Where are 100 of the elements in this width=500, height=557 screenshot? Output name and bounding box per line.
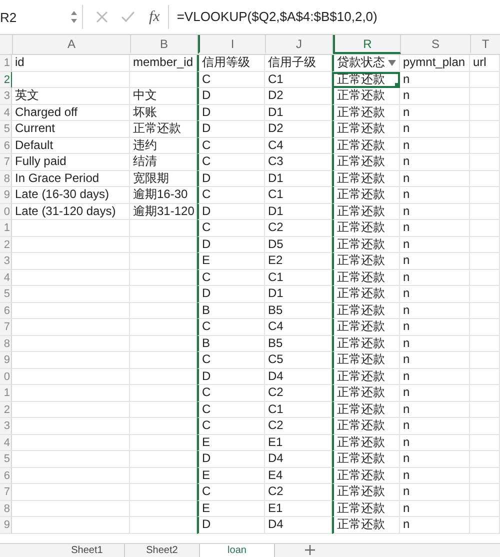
table-cell[interactable]: n <box>400 468 470 484</box>
table-cell[interactable]: n <box>400 402 470 418</box>
table-cell[interactable]: n <box>400 434 470 451</box>
table-cell[interactable]: 中文 <box>130 88 197 104</box>
table-cell[interactable]: 正常还款 <box>332 385 400 402</box>
empty-cell[interactable] <box>130 253 197 270</box>
table-cell[interactable]: E <box>197 468 265 484</box>
column-header[interactable]: I <box>198 35 266 54</box>
table-cell[interactable]: 正常还款 <box>332 104 400 121</box>
table-cell[interactable]: D1 <box>265 204 332 220</box>
table-cell[interactable]: D4 <box>265 451 332 468</box>
table-cell[interactable]: C <box>197 220 265 236</box>
table-cell[interactable]: D <box>197 170 265 187</box>
table-cell[interactable]: 正常还款 <box>332 468 400 484</box>
table-cell[interactable]: 正常还款 <box>332 170 400 187</box>
empty-cell[interactable] <box>470 302 500 319</box>
table-cell[interactable]: D <box>197 121 265 138</box>
table-cell[interactable]: 正常还款 <box>130 121 197 138</box>
row-header[interactable]: 2 <box>0 72 12 88</box>
table-cell[interactable]: 正常还款 <box>332 286 400 302</box>
table-cell[interactable]: 逾期31-120 <box>130 204 197 220</box>
table-cell[interactable]: 信用等级 <box>197 55 265 72</box>
table-cell[interactable]: n <box>400 517 470 534</box>
table-cell[interactable]: C1 <box>265 402 332 418</box>
empty-cell[interactable] <box>470 451 500 468</box>
empty-cell[interactable] <box>470 72 500 88</box>
table-cell[interactable]: E2 <box>265 253 332 270</box>
table-cell[interactable]: C4 <box>265 319 332 336</box>
table-cell[interactable]: n <box>400 121 470 138</box>
table-cell[interactable]: n <box>400 352 470 368</box>
table-cell[interactable]: 信用子级 <box>265 55 332 72</box>
table-cell[interactable]: 正常还款 <box>332 236 400 253</box>
empty-cell[interactable] <box>470 253 500 270</box>
empty-cell[interactable] <box>130 236 197 253</box>
table-cell[interactable]: B <box>197 336 265 352</box>
table-cell[interactable]: E4 <box>265 468 332 484</box>
empty-cell[interactable] <box>470 468 500 484</box>
table-cell[interactable]: n <box>400 385 470 402</box>
empty-cell[interactable] <box>470 236 500 253</box>
empty-cell[interactable] <box>470 88 500 104</box>
table-cell[interactable]: 正常还款 <box>332 434 400 451</box>
table-cell[interactable]: C <box>197 187 265 204</box>
table-cell[interactable]: 正常还款 <box>332 336 400 352</box>
column-header[interactable]: J <box>266 35 333 54</box>
empty-cell[interactable] <box>470 336 500 352</box>
table-cell[interactable]: C1 <box>265 187 332 204</box>
empty-cell[interactable] <box>130 319 197 336</box>
table-cell[interactable]: n <box>400 88 470 104</box>
table-cell[interactable]: 正常还款 <box>332 451 400 468</box>
table-cell[interactable]: D <box>197 451 265 468</box>
table-cell[interactable]: n <box>400 253 470 270</box>
table-cell[interactable]: 正常还款 <box>332 319 400 336</box>
table-cell[interactable]: 正常还款 <box>332 204 400 220</box>
table-cell[interactable]: C3 <box>265 154 332 170</box>
column-header[interactable]: R <box>333 35 401 54</box>
table-cell[interactable]: C <box>197 319 265 336</box>
empty-cell[interactable] <box>130 270 197 286</box>
sheet-tab[interactable]: Sheet1 <box>50 544 125 557</box>
table-cell[interactable]: C1 <box>265 72 332 88</box>
table-cell[interactable]: Charged off <box>12 104 130 121</box>
table-cell[interactable]: C2 <box>265 385 332 402</box>
table-cell[interactable]: member_id <box>130 55 197 72</box>
empty-cell[interactable] <box>130 220 197 236</box>
table-cell[interactable]: 正常还款 <box>332 517 400 534</box>
empty-cell[interactable] <box>470 418 500 434</box>
table-cell[interactable]: D1 <box>265 286 332 302</box>
table-cell[interactable]: 正常还款 <box>332 402 400 418</box>
table-cell[interactable]: url <box>470 55 500 72</box>
empty-cell[interactable] <box>470 517 500 534</box>
table-cell[interactable]: In Grace Period <box>12 170 130 187</box>
table-cell[interactable]: 逾期16-30 <box>130 187 197 204</box>
table-cell[interactable]: E <box>197 253 265 270</box>
table-cell[interactable]: D5 <box>265 236 332 253</box>
table-cell[interactable]: n <box>400 170 470 187</box>
table-cell[interactable]: E <box>197 500 265 517</box>
table-cell[interactable]: 正常还款 <box>332 352 400 368</box>
table-cell[interactable]: Current <box>12 121 130 138</box>
filter-dropdown-icon[interactable] <box>388 58 396 67</box>
function-icon[interactable]: fx <box>149 8 160 26</box>
table-cell[interactable]: n <box>400 138 470 154</box>
column-header[interactable]: S <box>401 35 471 54</box>
table-cell[interactable]: C <box>197 385 265 402</box>
table-cell[interactable]: 正常还款 <box>332 187 400 204</box>
table-cell[interactable]: 正常还款 <box>332 253 400 270</box>
table-cell[interactable]: D1 <box>265 104 332 121</box>
add-sheet-icon[interactable] <box>305 545 315 555</box>
empty-cell[interactable] <box>470 385 500 402</box>
table-cell[interactable]: n <box>400 418 470 434</box>
column-header[interactable]: T <box>471 35 500 54</box>
empty-cell[interactable] <box>470 484 500 500</box>
table-cell[interactable]: C <box>197 352 265 368</box>
table-cell[interactable]: D <box>197 286 265 302</box>
table-cell[interactable]: C4 <box>265 138 332 154</box>
empty-cell[interactable] <box>130 418 197 434</box>
empty-cell[interactable] <box>470 121 500 138</box>
empty-cell[interactable] <box>470 220 500 236</box>
table-cell[interactable]: B5 <box>265 336 332 352</box>
table-cell[interactable]: C1 <box>265 270 332 286</box>
table-cell[interactable]: n <box>400 500 470 517</box>
table-cell[interactable]: 正常还款 <box>332 270 400 286</box>
